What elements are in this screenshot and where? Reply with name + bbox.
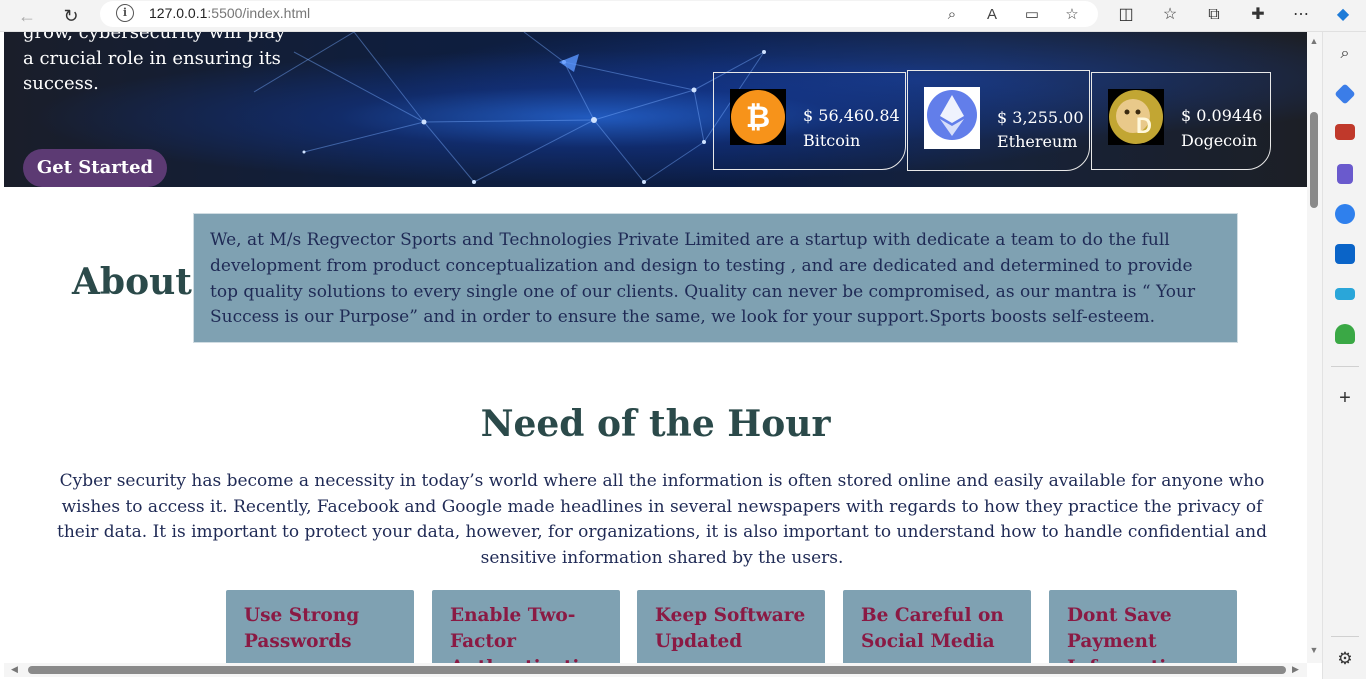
tools-icon[interactable]: [1335, 124, 1355, 140]
coin-name: Bitcoin: [803, 131, 861, 150]
address-bar[interactable]: i 127.0.0.1:5500/index.html ⌕ A ▭ ☆: [100, 1, 1098, 27]
vertical-scrollbar[interactable]: ▲ ▼: [1307, 32, 1322, 663]
tip-card-payment-info[interactable]: Dont Save Payment Information: [1049, 590, 1237, 663]
zoom-icon[interactable]: ⌕: [941, 4, 963, 26]
page-viewport: grow, cybersecurity will play a crucial …: [4, 32, 1307, 663]
coin-card-bitcoin[interactable]: ₿ $ 56,460.84 Bitcoin: [713, 72, 906, 170]
horizontal-scroll-thumb[interactable]: [28, 666, 1286, 674]
coin-price: $ 0.09446: [1181, 106, 1263, 125]
send-icon[interactable]: [1335, 288, 1355, 300]
back-arrow-icon[interactable]: ←: [14, 3, 40, 29]
shopping-tag-icon[interactable]: [1334, 83, 1356, 105]
coin-price: $ 56,460.84: [803, 106, 900, 125]
outlook-icon[interactable]: [1335, 244, 1355, 264]
scroll-left-arrow-icon[interactable]: ◀: [11, 664, 18, 675]
tip-card-strong-passwords[interactable]: Use Strong Passwords: [226, 590, 414, 663]
scroll-up-arrow-icon[interactable]: ▲: [1309, 36, 1319, 46]
browser-sidebar: ⌕ + ⚙: [1322, 32, 1366, 679]
vertical-scroll-thumb[interactable]: [1310, 112, 1318, 208]
tip-card-social-media[interactable]: Be Careful on Social Media: [843, 590, 1031, 663]
tree-icon[interactable]: [1335, 324, 1355, 344]
svg-text:₿: ₿: [746, 101, 770, 134]
about-heading: About: [72, 261, 192, 303]
games-icon[interactable]: [1337, 164, 1353, 184]
scroll-right-arrow-icon[interactable]: ▶: [1292, 664, 1299, 675]
more-menu-icon[interactable]: ⋯: [1289, 3, 1313, 27]
bitcoin-icon: ₿: [730, 89, 786, 145]
need-of-hour-heading: Need of the Hour: [480, 403, 831, 445]
favorite-star-icon[interactable]: ☆: [1061, 4, 1083, 26]
coin-name: Dogecoin: [1181, 131, 1258, 150]
hero-banner: grow, cybersecurity will play a crucial …: [4, 32, 1307, 187]
read-aloud-icon[interactable]: A: [981, 4, 1003, 26]
scroll-down-arrow-icon[interactable]: ▼: [1309, 645, 1319, 655]
dogecoin-icon: D: [1108, 89, 1164, 145]
sidebar-divider: [1331, 636, 1359, 637]
coin-name: Ethereum: [997, 132, 1078, 151]
get-started-button[interactable]: Get Started: [23, 149, 167, 187]
browser-toolbar: ← ↻ i 127.0.0.1:5500/index.html ⌕ A ▭ ☆ …: [0, 0, 1366, 32]
coin-price: $ 3,255.00: [997, 108, 1084, 127]
split-screen-icon[interactable]: ◫: [1114, 3, 1138, 27]
horizontal-scrollbar[interactable]: ◀ ▶: [4, 663, 1307, 677]
microsoft-365-icon[interactable]: [1335, 204, 1355, 224]
tip-card-two-factor[interactable]: Enable Two-Factor Authentication: [432, 590, 620, 663]
about-text: We, at M/s Regvector Sports and Technolo…: [193, 213, 1238, 343]
copilot-icon[interactable]: ◆: [1331, 3, 1355, 27]
search-icon[interactable]: ⌕: [1335, 44, 1355, 64]
extensions-icon[interactable]: ✚: [1246, 3, 1270, 27]
coin-card-ethereum[interactable]: $ 3,255.00 Ethereum: [907, 70, 1090, 171]
settings-gear-icon[interactable]: ⚙: [1335, 649, 1355, 669]
need-of-hour-text: Cyber security has become a necessity in…: [56, 471, 1268, 568]
ethereum-icon: [924, 87, 980, 149]
immersive-reader-icon[interactable]: ▭: [1021, 4, 1043, 26]
collections-icon[interactable]: ⧉: [1202, 3, 1226, 27]
url-text: 127.0.0.1:5500/index.html: [149, 5, 311, 21]
refresh-icon[interactable]: ↻: [58, 3, 84, 29]
sidebar-divider: [1331, 366, 1359, 367]
add-icon[interactable]: +: [1335, 388, 1355, 408]
favorites-icon[interactable]: ☆: [1158, 3, 1182, 27]
hero-text: grow, cybersecurity will play a crucial …: [23, 32, 286, 94]
coin-card-dogecoin[interactable]: D $ 0.09446 Dogecoin: [1091, 72, 1271, 170]
site-info-icon[interactable]: i: [116, 4, 134, 22]
svg-text:D: D: [1136, 113, 1152, 138]
tip-card-software-updated[interactable]: Keep Software Updated: [637, 590, 825, 663]
